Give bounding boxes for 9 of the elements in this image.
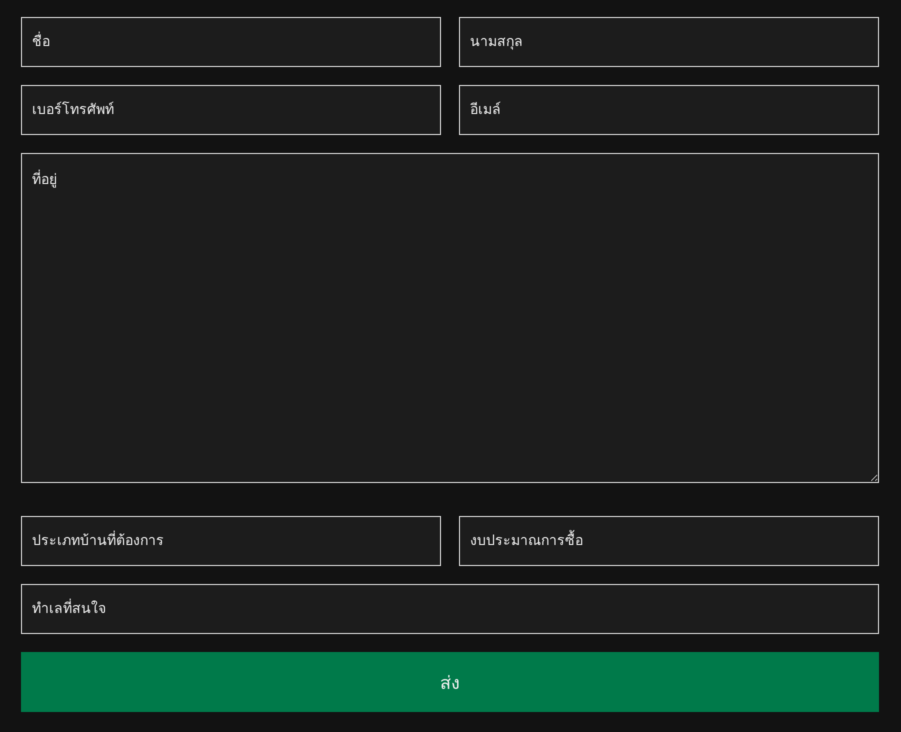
- input-field[interactable]: ชื่อ: [21, 17, 441, 67]
- input-field[interactable]: อีเมล์: [459, 85, 879, 135]
- input-field[interactable]: งบประมาณการซื้อ: [459, 516, 879, 566]
- submit-button[interactable]: ส่ง: [21, 652, 879, 712]
- input-field[interactable]: ทำเลที่สนใจ: [21, 584, 879, 634]
- input-field[interactable]: เบอร์โทรศัพท์: [21, 85, 441, 135]
- address-field[interactable]: ที่อยู่: [21, 153, 879, 483]
- input-field[interactable]: นามสกุล: [459, 17, 879, 67]
- input-field[interactable]: ประเภทบ้านที่ต้องการ: [21, 516, 441, 566]
